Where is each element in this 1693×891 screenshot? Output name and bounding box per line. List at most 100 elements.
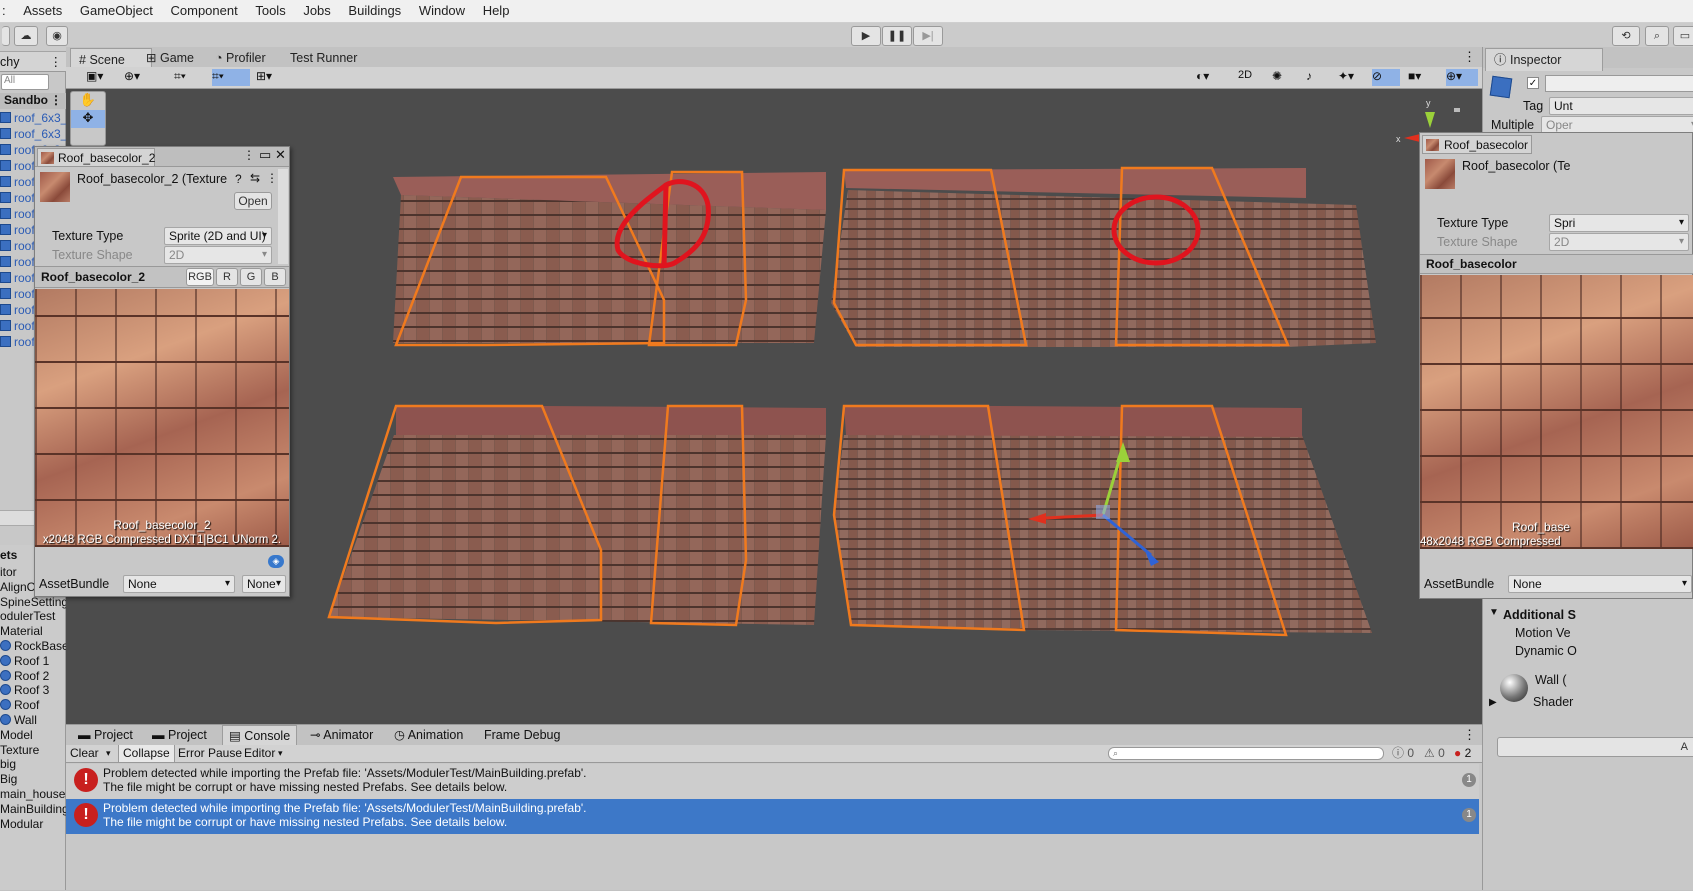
- assetbundle-variant-dropdown[interactable]: None: [242, 575, 286, 593]
- menu-gameobject[interactable]: GameObject: [73, 0, 160, 18]
- audio-icon[interactable]: ♪: [1306, 69, 1326, 86]
- tab-test-runner[interactable]: Test Runner: [282, 47, 365, 69]
- gizmos-icon[interactable]: ⊕▾: [1446, 69, 1478, 86]
- tab-game[interactable]: ⊞ Game: [138, 47, 202, 69]
- tag-dropdown[interactable]: Unt: [1549, 97, 1693, 115]
- warning-count-icon[interactable]: ⚠ 0: [1424, 745, 1445, 762]
- project-item[interactable]: Modular: [0, 817, 66, 832]
- floating-scrollbar[interactable]: [278, 169, 288, 264]
- menu-assets[interactable]: Assets: [16, 0, 69, 18]
- error-pause-button[interactable]: Error Pause: [178, 745, 242, 762]
- project-item[interactable]: Model: [0, 728, 66, 743]
- effects-icon[interactable]: ✦▾: [1338, 69, 1364, 86]
- console-search-input[interactable]: ⌕: [1108, 747, 1384, 760]
- hierarchy-search[interactable]: All: [1, 74, 49, 90]
- play-button[interactable]: ▶: [851, 26, 881, 46]
- render-path-icon[interactable]: ⊕▾: [124, 69, 154, 86]
- clear-options-icon[interactable]: ▾: [106, 745, 111, 762]
- grid-visibility-icon[interactable]: ⌗▾: [212, 69, 250, 86]
- roof-mesh-bottom-right[interactable]: [832, 404, 1372, 637]
- menu-dots-icon[interactable]: ⋮: [50, 52, 63, 72]
- menu-help[interactable]: Help: [476, 0, 517, 18]
- active-checkbox[interactable]: ✓: [1527, 77, 1539, 89]
- tab-console[interactable]: ▤ Console: [222, 725, 298, 746]
- project-item[interactable]: MainBuilding: [0, 802, 66, 817]
- name-field[interactable]: [1545, 75, 1693, 92]
- cloud-icon[interactable]: ☁: [14, 26, 38, 46]
- lighting-icon[interactable]: ✺: [1272, 69, 1292, 86]
- tab-frame-debug[interactable]: Frame Debug: [478, 725, 566, 745]
- panel-menu-icon[interactable]: ⋮: [1463, 49, 1476, 65]
- tag-icon[interactable]: ◈: [268, 555, 284, 568]
- roof-mesh-bottom-left[interactable]: [327, 404, 826, 627]
- tab-inspector[interactable]: ⓘ Inspector: [1485, 48, 1603, 71]
- step-button[interactable]: ▶|: [913, 26, 943, 46]
- tab-project-2[interactable]: ▬ Project: [146, 725, 213, 745]
- project-item[interactable]: Roof 3: [0, 683, 66, 698]
- tab-project-1[interactable]: ▬ Project: [72, 725, 139, 745]
- project-item[interactable]: RockBase: [0, 639, 66, 654]
- project-item[interactable]: Roof 1: [0, 654, 66, 669]
- project-item[interactable]: Texture: [0, 743, 66, 758]
- project-item[interactable]: Material: [0, 624, 66, 639]
- menu-tools[interactable]: Tools: [248, 0, 292, 18]
- camera-icon[interactable]: ■▾: [1408, 69, 1440, 86]
- shading-mode-icon[interactable]: ◐▾: [1196, 69, 1228, 86]
- close-icon[interactable]: ✕: [275, 147, 286, 163]
- tab-animation[interactable]: ◷ Animation: [388, 725, 469, 745]
- pause-button[interactable]: ❚❚: [882, 26, 912, 46]
- foldout-arrow-icon[interactable]: ▼: [1489, 607, 1499, 618]
- texture-type-dropdown[interactable]: Sprite (2D and UI): [164, 227, 272, 245]
- menu-window[interactable]: Window: [412, 0, 472, 18]
- roof-mesh-top-right[interactable]: [831, 166, 1376, 347]
- assetbundle-dropdown[interactable]: None: [123, 575, 235, 593]
- menu-dots-icon[interactable]: ⋮: [243, 148, 255, 162]
- project-item[interactable]: odulerTest: [0, 609, 66, 624]
- add-component-button[interactable]: A: [1497, 737, 1693, 757]
- project-item[interactable]: Roof: [0, 698, 66, 713]
- project-item[interactable]: big: [0, 757, 66, 772]
- hidden-objects-icon[interactable]: ⊘: [1372, 69, 1400, 86]
- hand-tool-icon[interactable]: ✋: [71, 92, 105, 110]
- console-message-selected[interactable]: ! Problem detected while importing the P…: [66, 799, 1479, 834]
- draw-mode-icon[interactable]: ▣▾: [86, 69, 116, 86]
- project-item[interactable]: main_houses: [0, 787, 66, 802]
- collab-icon[interactable]: ◉: [46, 26, 68, 46]
- increment-snap-icon[interactable]: ⊞▾: [256, 69, 286, 86]
- hierarchy-tab[interactable]: chy ⋮: [0, 52, 66, 72]
- project-item[interactable]: Big: [0, 772, 66, 787]
- toggle-2d-button[interactable]: 2D: [1238, 69, 1262, 86]
- foldout-arrow-icon[interactable]: ▶: [1489, 697, 1497, 708]
- texture-type-dropdown[interactable]: Spri: [1549, 214, 1689, 232]
- floating-tab[interactable]: Roof_basecolor_2: [37, 148, 155, 167]
- help-icon[interactable]: ?: [235, 172, 242, 186]
- hierarchy-item[interactable]: roof_6x3_: [0, 110, 66, 126]
- menu-edit-partial[interactable]: :: [0, 0, 13, 18]
- channel-r-button[interactable]: R: [216, 268, 238, 286]
- layers-button[interactable]: ▭: [1673, 26, 1693, 46]
- hierarchy-root[interactable]: Sandbo ⋮: [0, 93, 66, 109]
- channel-g-button[interactable]: G: [240, 268, 262, 286]
- project-item[interactable]: Wall: [0, 713, 66, 728]
- menu-dots-icon[interactable]: ⋮: [266, 171, 278, 185]
- menu-dots-icon[interactable]: ⋮: [50, 93, 62, 107]
- panel-menu-icon[interactable]: ⋮: [1463, 727, 1476, 743]
- search-icon[interactable]: ⌕: [1645, 26, 1669, 46]
- hierarchy-item[interactable]: roof_6x3_: [0, 126, 66, 142]
- snap-grid-icon[interactable]: ⌗▾: [174, 69, 204, 86]
- console-message[interactable]: ! Problem detected while importing the P…: [66, 764, 1479, 799]
- account-button[interactable]: [2, 26, 10, 46]
- texture-tab[interactable]: Roof_basecolor: [1422, 135, 1532, 154]
- history-icon[interactable]: ⟲: [1612, 26, 1640, 46]
- project-item[interactable]: Roof 2: [0, 669, 66, 684]
- open-button[interactable]: Open: [234, 192, 272, 210]
- menu-buildings[interactable]: Buildings: [341, 0, 408, 18]
- clear-button[interactable]: Clear: [70, 745, 99, 762]
- log-count-icon[interactable]: ⓘ 0: [1392, 745, 1414, 762]
- editor-dropdown[interactable]: Editor: [244, 745, 275, 762]
- maximize-icon[interactable]: ▭: [259, 147, 271, 163]
- move-tool-icon[interactable]: ✥: [71, 110, 105, 128]
- roof-mesh-top-left[interactable]: [393, 170, 826, 347]
- menu-component[interactable]: Component: [164, 0, 245, 18]
- error-count-icon[interactable]: ● 2: [1454, 745, 1471, 762]
